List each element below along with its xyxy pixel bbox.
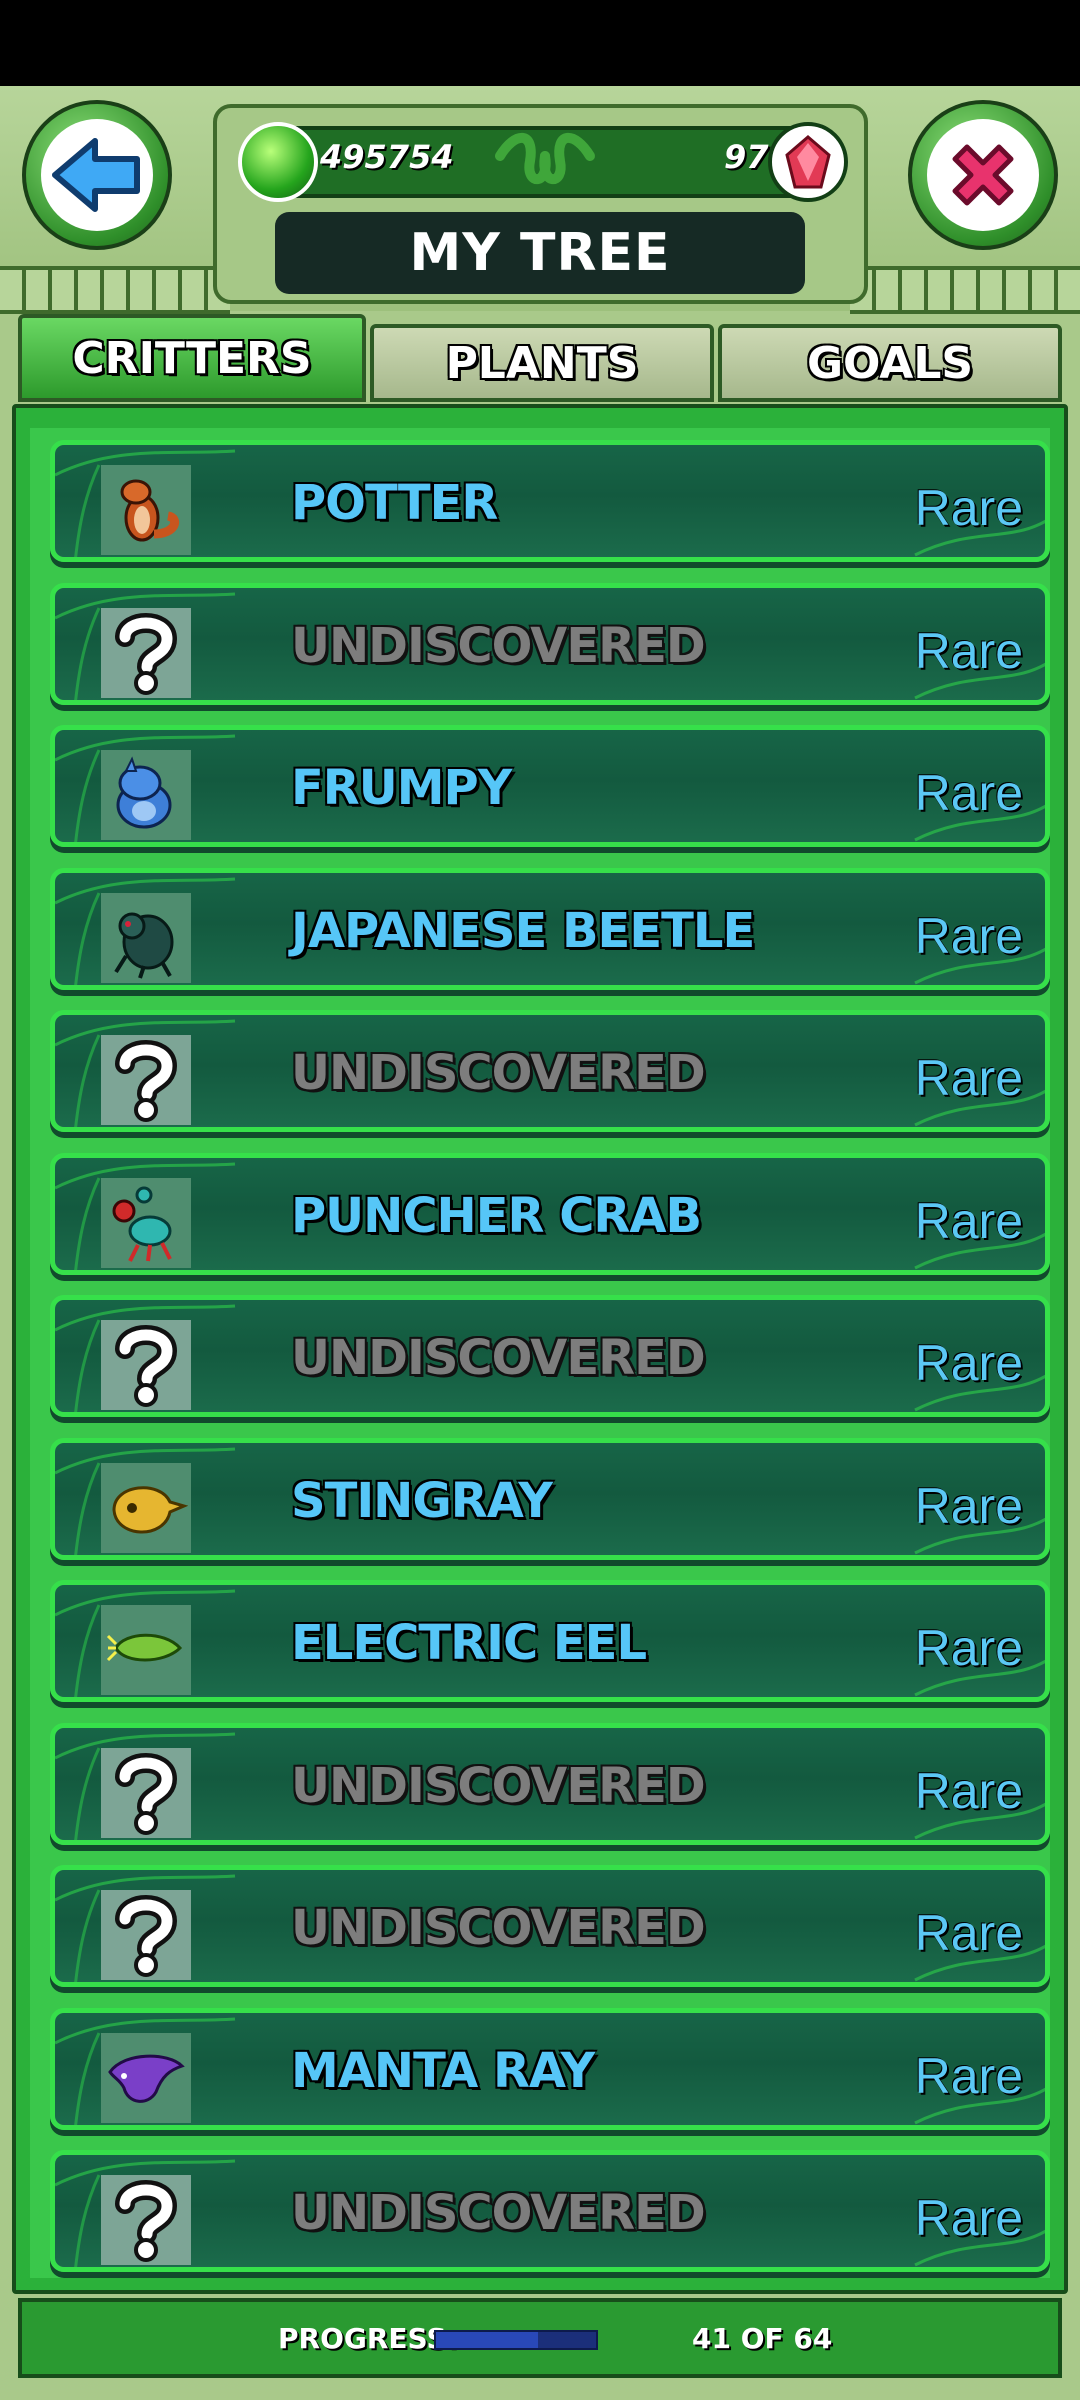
critter-rarity: Rare	[914, 1050, 1023, 1106]
header: 495754 97 MY TREE	[0, 86, 1080, 314]
critter-row[interactable]: UNDISCOVERED Rare	[50, 2150, 1050, 2272]
critter-list[interactable]: POTTER Rare UNDISCOVERED Rare FRUMPY Rare JAPA…	[30, 428, 1050, 2278]
critter-name: PUNCHER CRAB	[291, 1188, 702, 1244]
question-mark-icon	[101, 1035, 191, 1125]
fence-left	[0, 266, 230, 314]
status-bar	[0, 0, 1080, 86]
critter-rarity: Rare	[914, 1763, 1023, 1819]
critter-rarity: Rare	[914, 2048, 1023, 2104]
progress-bar	[434, 2330, 598, 2350]
critter-row[interactable]: FRUMPY Rare	[50, 725, 1050, 847]
critter-name: ELECTRIC EEL	[291, 1615, 647, 1671]
critter-name: MANTA RAY	[291, 2043, 595, 2099]
critter-row[interactable]: MANTA RAY Rare	[50, 2008, 1050, 2130]
gem-icon	[768, 122, 848, 202]
critter-list-frame: POTTER Rare UNDISCOVERED Rare FRUMPY Rare JAPA…	[12, 404, 1068, 2294]
critter-row[interactable]: UNDISCOVERED Rare	[50, 1295, 1050, 1417]
footer: PROGRESS: 41 OF 64	[18, 2298, 1062, 2378]
critter-name: UNDISCOVERED	[291, 1045, 706, 1101]
critter-rarity: Rare	[914, 1478, 1023, 1534]
vine-decoration-icon	[55, 1447, 1045, 1555]
critter-rarity: Rare	[914, 1335, 1023, 1391]
critter-name: UNDISCOVERED	[291, 618, 706, 674]
question-mark-icon	[101, 1748, 191, 1838]
vine-ornament-icon	[495, 132, 595, 185]
vine-decoration-icon	[55, 449, 1045, 557]
critter-name: POTTER	[291, 475, 498, 531]
critter-rarity: Rare	[914, 765, 1023, 821]
back-button[interactable]	[22, 100, 172, 250]
critter-row[interactable]: POTTER Rare	[50, 440, 1050, 562]
progress-label: PROGRESS:	[278, 2322, 458, 2355]
critter-rarity: Rare	[914, 908, 1023, 964]
vine-decoration-icon	[55, 734, 1045, 842]
page-title-box: MY TREE	[275, 212, 805, 294]
critter-name: JAPANESE BEETLE	[291, 903, 755, 959]
progress-count: 41 OF 64	[692, 2322, 833, 2355]
question-mark-icon	[101, 608, 191, 698]
tab-bar: CRITTERS PLANTS GOALS	[18, 314, 1062, 404]
critter-name: FRUMPY	[291, 760, 512, 816]
question-mark-icon	[101, 2175, 191, 2265]
critter-row[interactable]: UNDISCOVERED Rare	[50, 1010, 1050, 1132]
gel-icon	[238, 122, 318, 202]
question-mark-icon	[101, 1890, 191, 1980]
critter-row[interactable]: UNDISCOVERED Rare	[50, 1723, 1050, 1845]
tab-goals[interactable]: GOALS	[718, 324, 1062, 402]
critter-name: UNDISCOVERED	[291, 1758, 706, 1814]
critter-name: UNDISCOVERED	[291, 1900, 706, 1956]
back-arrow-icon	[41, 119, 153, 231]
critter-rarity: Rare	[914, 1193, 1023, 1249]
critter-rarity: Rare	[914, 1620, 1023, 1676]
critter-rarity: Rare	[914, 623, 1023, 679]
critter-rarity: Rare	[914, 1905, 1023, 1961]
gel-count: 495754	[320, 138, 454, 176]
critter-row[interactable]: ELECTRIC EEL Rare	[50, 1580, 1050, 1702]
beetle-icon	[101, 893, 191, 983]
frumpy-icon	[101, 750, 191, 840]
critter-row[interactable]: UNDISCOVERED Rare	[50, 583, 1050, 705]
crab-icon	[101, 1178, 191, 1268]
manta-ray-icon	[101, 2033, 191, 2123]
critter-name: STINGRAY	[291, 1473, 553, 1529]
tab-critters[interactable]: CRITTERS	[18, 314, 366, 402]
critter-name: UNDISCOVERED	[291, 2185, 706, 2241]
otter-icon	[101, 465, 191, 555]
critter-row[interactable]: STINGRAY Rare	[50, 1438, 1050, 1560]
critter-rarity: Rare	[914, 2190, 1023, 2246]
critter-rarity: Rare	[914, 480, 1023, 536]
question-mark-icon	[101, 1320, 191, 1410]
critter-row[interactable]: PUNCHER CRAB Rare	[50, 1153, 1050, 1275]
fence-right	[850, 266, 1080, 314]
close-button[interactable]	[908, 100, 1058, 250]
critter-row[interactable]: UNDISCOVERED Rare	[50, 1865, 1050, 1987]
progress-bar-fill	[436, 2332, 539, 2348]
tab-plants[interactable]: PLANTS	[370, 324, 714, 402]
eel-icon	[101, 1605, 191, 1695]
critter-row[interactable]: JAPANESE BEETLE Rare	[50, 868, 1050, 990]
game-screen: 495754 97 MY TREE CRITTERS PLANTS GOALS	[0, 86, 1080, 2400]
gem-count: 97	[724, 138, 769, 176]
page-title: MY TREE	[409, 223, 671, 283]
critter-name: UNDISCOVERED	[291, 1330, 706, 1386]
stingray-icon	[101, 1463, 191, 1553]
close-icon	[927, 119, 1039, 231]
